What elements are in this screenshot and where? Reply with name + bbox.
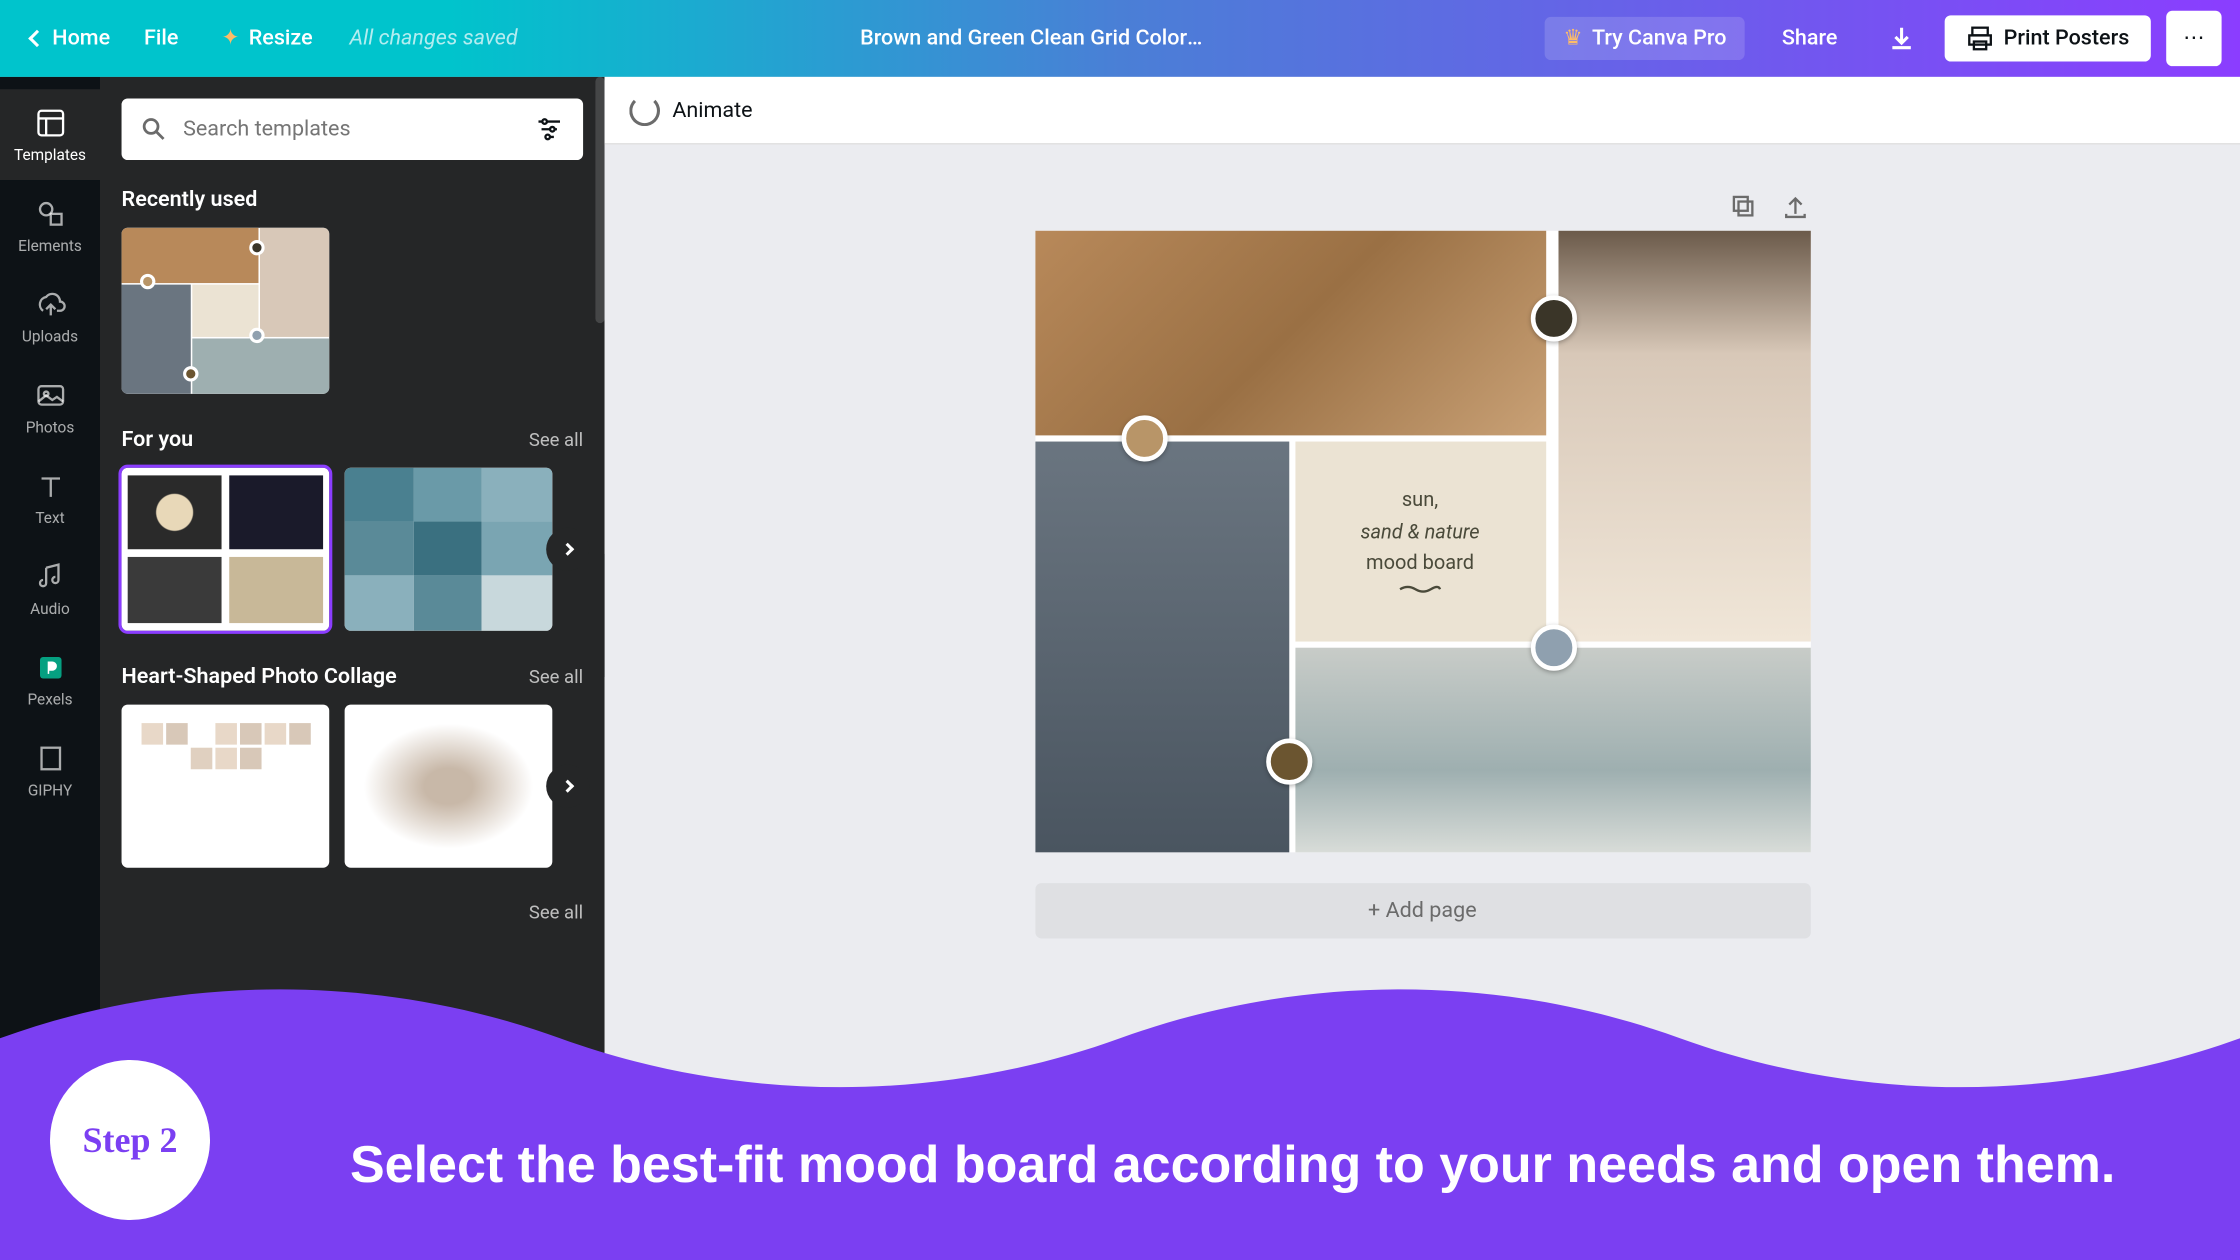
heart-thumbnails — [122, 705, 584, 868]
section-more-head: See all — [122, 902, 584, 924]
section-heart-title: Heart-Shaped Photo Collage — [122, 665, 397, 690]
carousel-next[interactable] — [546, 528, 589, 571]
chevron-left-icon — [28, 30, 45, 47]
section-heart-head: Heart-Shaped Photo Collage See all — [122, 665, 584, 690]
canvas-image-ocean[interactable] — [1295, 648, 1810, 853]
canvas-wrapper: Animate sun, sand & nature mood board — [605, 77, 2240, 1260]
animate-button[interactable]: Animate — [629, 95, 752, 126]
animate-label: Animate — [672, 98, 752, 123]
audio-icon — [32, 558, 69, 595]
template-thumbnail[interactable] — [345, 468, 553, 631]
template-thumbnail[interactable] — [122, 468, 330, 631]
text-icon — [32, 468, 69, 505]
more-button[interactable]: ⋯ — [2166, 11, 2221, 66]
templates-icon — [32, 105, 69, 142]
download-button[interactable] — [1874, 11, 1929, 66]
duplicate-page-button[interactable] — [1727, 191, 1758, 222]
rail-pexels[interactable]: Pexels — [0, 634, 100, 725]
moodboard-line1: sun, — [1402, 486, 1438, 518]
carousel-next[interactable] — [546, 765, 589, 808]
add-page-button[interactable]: + Add page — [1035, 883, 1810, 938]
top-bar: Home File ✦ Resize All changes saved Bro… — [0, 0, 2240, 77]
canvas-image-sand[interactable] — [1035, 231, 1546, 436]
rail-label: Photos — [26, 420, 75, 437]
sparkle-icon: ✦ — [221, 26, 239, 51]
filter-icon[interactable] — [534, 114, 565, 145]
color-swatch[interactable] — [1530, 625, 1576, 671]
rail-label: Text — [35, 511, 64, 528]
foryou-thumbnails — [122, 468, 584, 631]
search-box[interactable] — [122, 98, 584, 160]
resize-button[interactable]: ✦ Resize — [200, 20, 334, 57]
rail-elements[interactable]: Elements — [0, 180, 100, 271]
canvas-toolbar: Animate — [605, 77, 2240, 145]
chevron-right-icon — [561, 543, 574, 556]
print-label: Print Posters — [2004, 26, 2130, 51]
crown-icon: ♛ — [1563, 26, 1582, 51]
upload-page-button[interactable] — [1779, 191, 1810, 222]
main-area: Templates Elements Uploads Photos Text A… — [0, 77, 2240, 1260]
panel-scrollbar[interactable] — [595, 77, 604, 323]
section-recent-title: Recently used — [122, 188, 584, 213]
step-instruction: Select the best-fit mood board according… — [350, 1130, 2180, 1200]
template-thumbnail[interactable] — [122, 228, 330, 394]
color-swatch[interactable] — [1121, 415, 1167, 461]
print-icon — [1967, 25, 1995, 53]
page-actions — [1035, 191, 1810, 222]
section-foryou-title: For you — [122, 428, 194, 453]
home-label: Home — [52, 26, 110, 51]
rail-label: Audio — [30, 602, 70, 619]
recent-thumbnails — [122, 228, 584, 394]
rail-text[interactable]: Text — [0, 452, 100, 543]
rail-label: GIPHY — [28, 783, 72, 800]
file-menu[interactable]: File — [122, 20, 199, 57]
step-badge: Step 2 — [50, 1060, 210, 1220]
section-foryou-head: For you See all — [122, 428, 584, 453]
print-button[interactable]: Print Posters — [1945, 15, 2151, 61]
canvas-image-hands[interactable] — [1035, 442, 1289, 853]
rail-uploads[interactable]: Uploads — [0, 271, 100, 362]
search-icon — [140, 115, 168, 143]
rail-label: Templates — [14, 148, 86, 165]
squiggle-icon — [1397, 582, 1443, 597]
pro-label: Try Canva Pro — [1592, 26, 1727, 51]
app-root: Home File ✦ Resize All changes saved Bro… — [0, 0, 2240, 1260]
see-all-heart[interactable]: See all — [529, 666, 583, 688]
document-title[interactable]: Brown and Green Clean Grid Color Inspira… — [860, 26, 1202, 51]
rail-giphy[interactable]: GIPHY — [0, 725, 100, 816]
elements-icon — [32, 195, 69, 232]
try-pro-button[interactable]: ♛ Try Canva Pro — [1545, 17, 1745, 60]
dots-icon: ⋯ — [2183, 26, 2205, 51]
template-thumbnail[interactable] — [345, 705, 553, 868]
rail-label: Elements — [18, 238, 82, 255]
color-swatch[interactable] — [1530, 295, 1576, 341]
canvas-image-portrait[interactable] — [1558, 231, 1810, 642]
pexels-icon — [32, 649, 69, 686]
canvas-text-block[interactable]: sun, sand & nature mood board — [1295, 442, 1546, 642]
resize-label: Resize — [249, 26, 313, 51]
search-input[interactable] — [183, 117, 534, 142]
moodboard-line2: sand & nature — [1360, 518, 1479, 550]
moodboard-line3: mood board — [1366, 550, 1474, 582]
rail-label: Pexels — [27, 692, 72, 709]
chevron-right-icon — [561, 780, 574, 793]
home-button[interactable]: Home — [18, 20, 122, 57]
design-canvas[interactable]: sun, sand & nature mood board — [1035, 231, 1810, 853]
photos-icon — [32, 377, 69, 414]
rail-audio[interactable]: Audio — [0, 543, 100, 634]
giphy-icon — [32, 740, 69, 777]
rail-templates[interactable]: Templates — [0, 89, 100, 180]
see-all-foryou[interactable]: See all — [529, 429, 583, 451]
download-icon — [1887, 23, 1918, 54]
share-button[interactable]: Share — [1760, 17, 1859, 60]
canvas-area[interactable]: sun, sand & nature mood board + Add page — [605, 145, 2240, 1260]
uploads-icon — [32, 286, 69, 323]
rail-photos[interactable]: Photos — [0, 362, 100, 453]
template-thumbnail[interactable] — [122, 705, 330, 868]
rail-label: Uploads — [22, 329, 78, 346]
animate-icon — [629, 95, 660, 126]
color-swatch[interactable] — [1265, 738, 1311, 784]
save-status: All changes saved — [350, 26, 518, 51]
see-all-more[interactable]: See all — [529, 902, 583, 924]
